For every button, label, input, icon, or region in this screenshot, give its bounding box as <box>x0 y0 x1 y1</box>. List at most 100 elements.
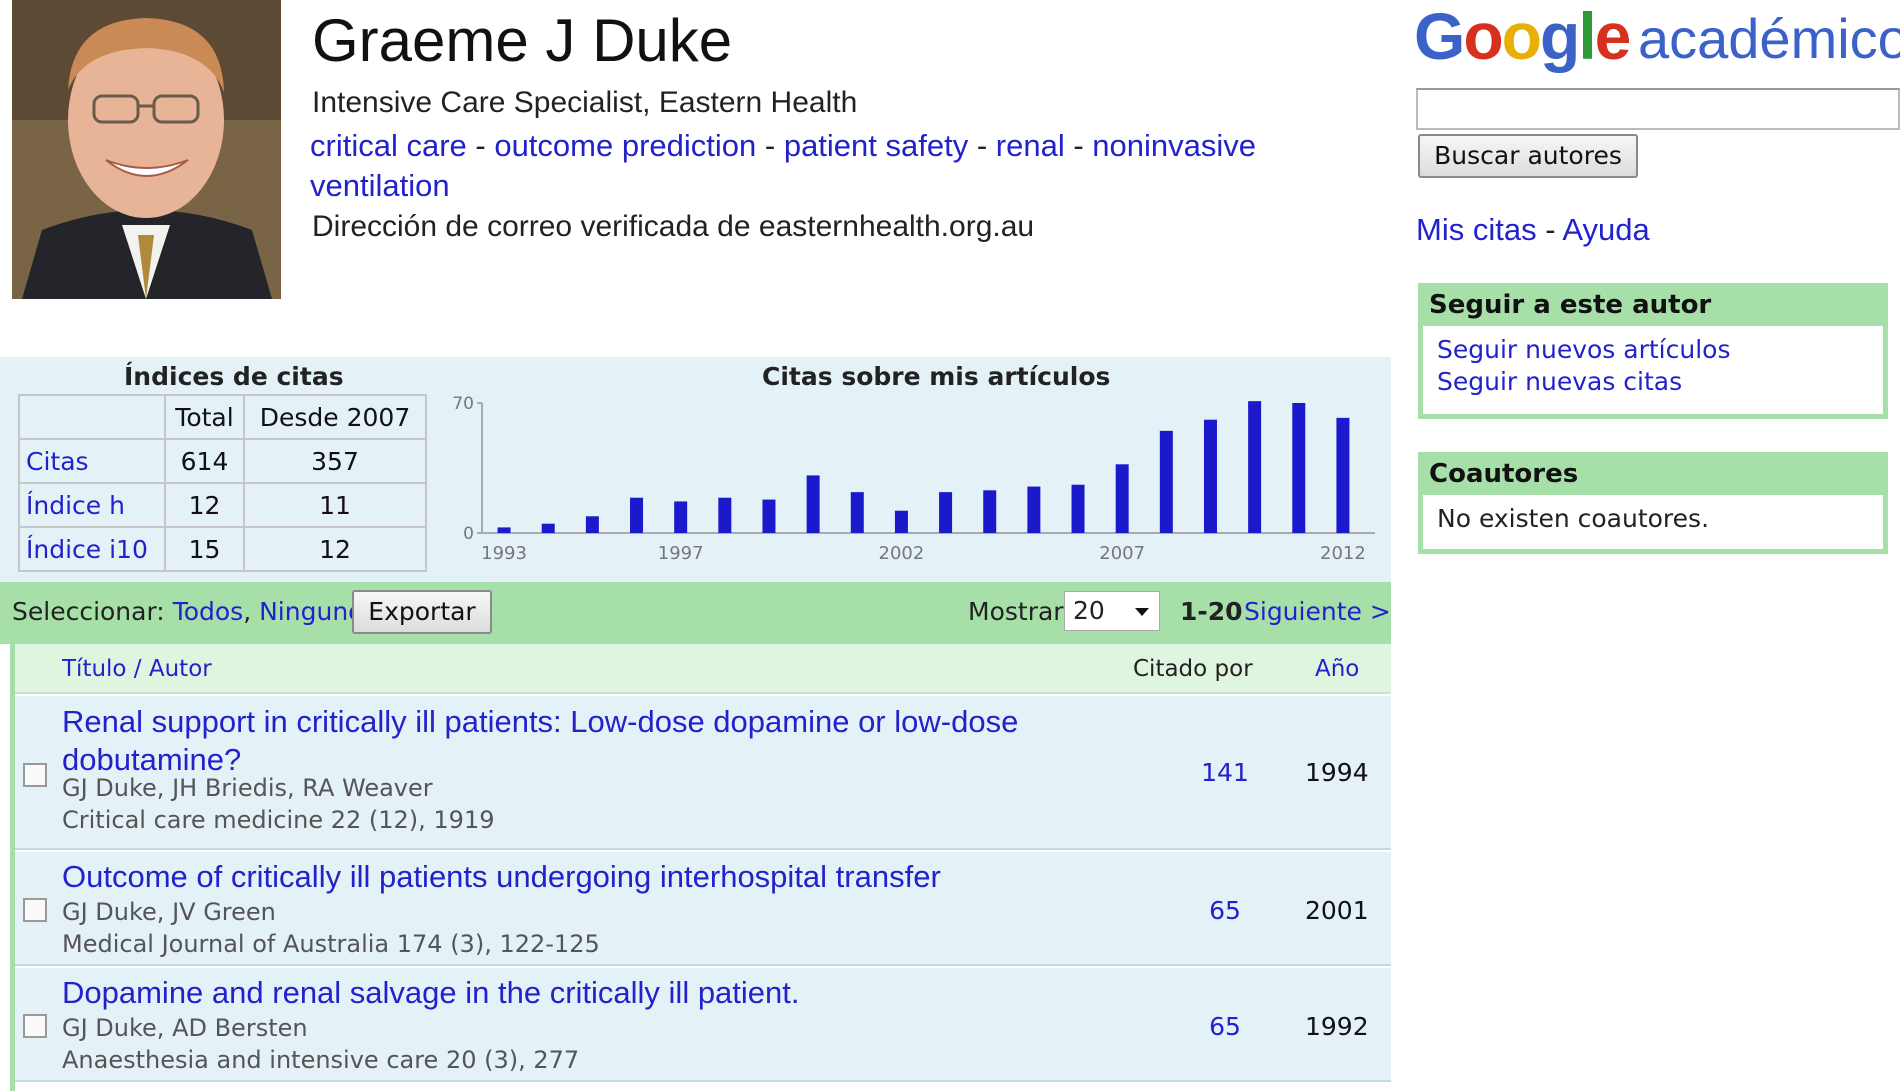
article-venue: Anaesthesia and intensive care 20 (3), 2… <box>62 1046 580 1074</box>
link-separator: - <box>1536 212 1563 247</box>
h-index-since: 11 <box>243 482 427 528</box>
cited-by-count-link[interactable]: 65 <box>1195 1012 1255 1041</box>
chart-x-tick-label: 2012 <box>1320 543 1366 564</box>
chart-x-tick-label: 2007 <box>1099 543 1145 564</box>
logo-subtitle: académico <box>1638 7 1900 70</box>
article-year: 2001 <box>1305 896 1369 925</box>
author-search-input[interactable] <box>1416 88 1900 130</box>
article-venue: Medical Journal of Australia 174 (3), 12… <box>62 930 600 958</box>
next-page-link[interactable]: Siguiente > <box>1244 597 1391 626</box>
header-links: Mis citas - Ayuda <box>1416 212 1650 248</box>
show-count-select[interactable]: 20 <box>1064 591 1160 631</box>
show-label: Mostrar: <box>968 597 1072 626</box>
article-checkbox[interactable] <box>23 898 47 922</box>
sort-by-year-link[interactable]: Año <box>1315 656 1359 682</box>
article-authors: GJ Duke, JV Green <box>62 898 276 926</box>
articles-header-row: Título / Autor Citado por Año <box>15 644 1391 694</box>
cited-by-header: Citado por <box>1133 656 1253 682</box>
chart-bar <box>939 492 953 533</box>
interest-separator: - <box>968 128 996 163</box>
table-row: Renal support in critically ill patients… <box>15 696 1391 850</box>
citations-bar-chart: 0 70 1993 1997 2002 2007 2012 <box>452 394 1375 564</box>
interest-link-critical-care[interactable]: critical care <box>310 128 467 163</box>
interest-link-patient-safety[interactable]: patient safety <box>784 128 968 163</box>
coauthors-box-title: Coautores <box>1423 457 1883 495</box>
interest-separator: - <box>1064 128 1093 163</box>
table-header-since: Desde 2007 <box>243 394 427 440</box>
select-none-link[interactable]: Ninguno <box>259 597 363 626</box>
table-row: Dopamine and renal salvage in the critic… <box>15 968 1391 1082</box>
select-label: Seleccionar: <box>12 597 165 626</box>
google-logo[interactable]: Google <box>1414 0 1631 74</box>
interest-link-outcome-prediction[interactable]: outcome prediction <box>494 128 756 163</box>
article-title-link[interactable]: Dopamine and renal salvage in the critic… <box>62 974 1062 1012</box>
chart-bar <box>1027 486 1041 533</box>
table-row: Outcome of critically ill patients under… <box>15 852 1391 966</box>
interest-link-renal[interactable]: renal <box>996 128 1065 163</box>
follow-new-articles-link[interactable]: Seguir nuevos artículos <box>1437 335 1730 364</box>
article-title-link[interactable]: Outcome of critically ill patients under… <box>62 858 1062 896</box>
chart-x-tick-label: 1997 <box>658 543 704 564</box>
interest-separator: - <box>466 128 495 163</box>
chart-bar <box>1071 484 1085 533</box>
my-citations-link[interactable]: Mis citas <box>1416 212 1537 247</box>
select-comma: , <box>243 597 252 626</box>
table-header-empty <box>18 394 166 440</box>
show-count-value: 20 <box>1073 596 1105 625</box>
verified-email: Dirección de correo verificada de easter… <box>312 210 1035 243</box>
citation-indices-table: Total Desde 2007 Citas 614 357 Índice h … <box>18 394 427 572</box>
chart-bar <box>718 497 732 533</box>
i10-index-total: 15 <box>164 526 245 572</box>
export-button[interactable]: Exportar <box>352 590 492 634</box>
chart-bar <box>1336 417 1350 533</box>
help-link[interactable]: Ayuda <box>1562 212 1649 247</box>
citation-indices-title: Índices de citas <box>124 362 344 391</box>
interest-separator: - <box>756 128 784 163</box>
article-year: 1994 <box>1305 758 1369 787</box>
cited-by-count-link[interactable]: 65 <box>1195 896 1255 925</box>
article-checkbox[interactable] <box>23 1014 47 1038</box>
article-title-link[interactable]: Renal support in critically ill patients… <box>62 703 1062 779</box>
chart-bar <box>585 516 599 533</box>
select-all-link[interactable]: Todos <box>173 597 244 626</box>
chart-y-tick-label: 0 <box>463 524 474 544</box>
citations-since: 357 <box>243 438 427 484</box>
author-affiliation: Intensive Care Specialist, Eastern Healt… <box>312 86 858 119</box>
chart-bar <box>630 497 644 533</box>
coauthors-box: Coautores No existen coautores. <box>1418 452 1888 554</box>
follow-author-box: Seguir a este autor Seguir nuevos artícu… <box>1418 283 1888 419</box>
chart-bar <box>1159 430 1173 533</box>
select-controls: Seleccionar: Todos, Ninguno <box>12 597 363 626</box>
chart-bar <box>806 475 820 533</box>
chart-bar <box>894 510 908 533</box>
chart-bar <box>541 523 555 533</box>
i10-index-link[interactable]: Índice i10 <box>26 535 148 564</box>
citations-total: 614 <box>164 438 245 484</box>
chart-x-tick-label: 2002 <box>879 543 925 564</box>
article-authors: GJ Duke, AD Bersten <box>62 1014 308 1042</box>
chart-bar <box>1115 464 1129 533</box>
coauthors-empty-text: No existen coautores. <box>1437 504 1710 533</box>
chart-bar <box>1248 401 1262 533</box>
chart-bar <box>983 490 997 533</box>
chart-x-tick-label: 1993 <box>481 543 527 564</box>
citations-metric-link[interactable]: Citas <box>26 447 89 476</box>
articles-table: Título / Autor Citado por Año Renal supp… <box>10 644 1391 1091</box>
article-year: 1992 <box>1305 1012 1369 1041</box>
article-venue: Critical care medicine 22 (12), 1919 <box>62 806 495 834</box>
chart-y-tick-label: 70 <box>452 394 474 414</box>
article-authors: GJ Duke, JH Briedis, RA Weaver <box>62 774 433 802</box>
search-authors-button[interactable]: Buscar autores <box>1418 134 1638 178</box>
cited-by-count-link[interactable]: 141 <box>1195 758 1255 787</box>
follow-box-title: Seguir a este autor <box>1423 288 1883 326</box>
article-checkbox[interactable] <box>23 763 47 787</box>
author-interests: critical care - outcome prediction - pat… <box>310 126 1270 206</box>
chevron-down-icon <box>1135 608 1149 616</box>
author-photo <box>12 0 281 299</box>
h-index-link[interactable]: Índice h <box>26 491 125 520</box>
chart-bar <box>850 492 864 533</box>
chart-bar <box>1203 419 1217 533</box>
i10-index-since: 12 <box>243 526 427 572</box>
sort-by-title-link[interactable]: Título / Autor <box>62 656 212 682</box>
follow-new-citations-link[interactable]: Seguir nuevas citas <box>1437 367 1682 396</box>
